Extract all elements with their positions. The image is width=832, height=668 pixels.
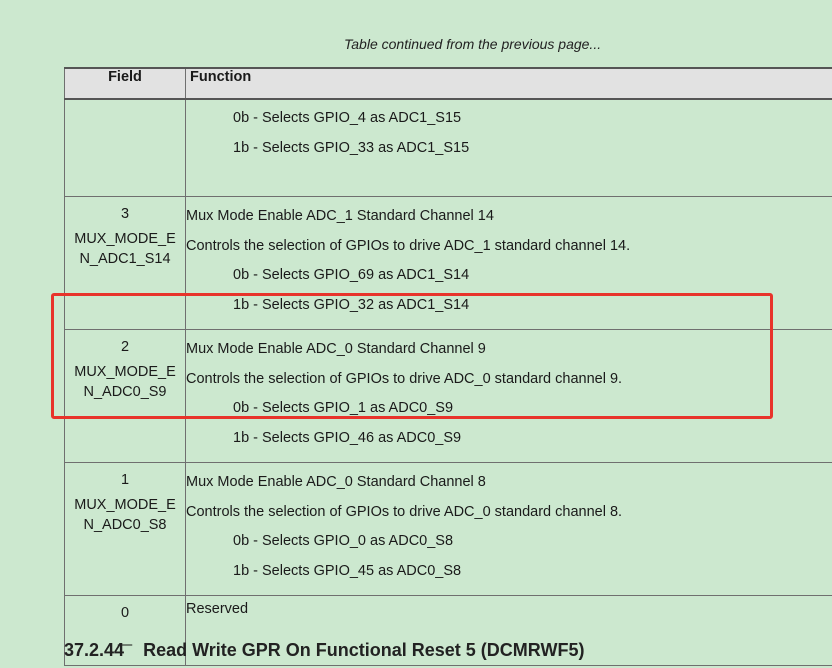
field-name: MUX_MODE_E N_ADC0_S8 bbox=[74, 497, 176, 533]
field-bit-number: 0 bbox=[120, 605, 130, 621]
table-row: 0b - Selects GPIO_4 as ADC1_S15 1b - Sel… bbox=[64, 98, 832, 197]
option-line: 1b - Selects GPIO_46 as ADC0_S9 bbox=[233, 429, 462, 446]
function-cell: Mux Mode Enable ADC_0 Standard Channel 8… bbox=[185, 462, 832, 596]
option-line: 1b - Selects GPIO_45 as ADC0_S8 bbox=[233, 562, 462, 579]
field-name: MUX_MODE_E N_ADC1_S14 bbox=[74, 231, 176, 267]
function-description: Controls the selection of GPIOs to drive… bbox=[186, 503, 623, 520]
function-title: Mux Mode Enable ADC_0 Standard Channel 8 bbox=[186, 474, 486, 490]
option-line: 0b - Selects GPIO_0 as ADC0_S8 bbox=[233, 533, 454, 549]
section-number: 37.2.44 bbox=[64, 640, 125, 660]
section-heading: 37.2.44 Read Write GPR On Functional Res… bbox=[64, 640, 584, 661]
option-line: 1b - Selects GPIO_33 as ADC1_S15 bbox=[233, 139, 470, 156]
option-line: 0b - Selects GPIO_4 as ADC1_S15 bbox=[233, 110, 462, 126]
field-bit-number: 1 bbox=[120, 472, 130, 488]
table-row: 1 MUX_MODE_E N_ADC0_S8 Mux Mode Enable AD… bbox=[64, 462, 832, 596]
function-description: Controls the selection of GPIOs to drive… bbox=[186, 237, 631, 254]
table-continued-note: Table continued from the previous page..… bbox=[344, 36, 602, 52]
function-title: Mux Mode Enable ADC_1 Standard Channel 1… bbox=[186, 208, 494, 224]
highlight-box bbox=[51, 293, 773, 419]
option-line: 0b - Selects GPIO_69 as ADC1_S14 bbox=[233, 267, 470, 283]
function-title: Reserved bbox=[186, 601, 249, 617]
function-column-header: Function bbox=[185, 67, 832, 100]
field-column-header: Field bbox=[64, 67, 186, 100]
table-header-row: Field Function bbox=[64, 67, 832, 100]
field-cell bbox=[64, 98, 186, 197]
function-cell: 0b - Selects GPIO_4 as ADC1_S15 1b - Sel… bbox=[185, 98, 832, 197]
field-bit-number: 3 bbox=[120, 206, 130, 222]
field-cell: 1 MUX_MODE_E N_ADC0_S8 bbox=[64, 462, 186, 596]
section-title: Read Write GPR On Functional Reset 5 (DC… bbox=[143, 640, 585, 660]
